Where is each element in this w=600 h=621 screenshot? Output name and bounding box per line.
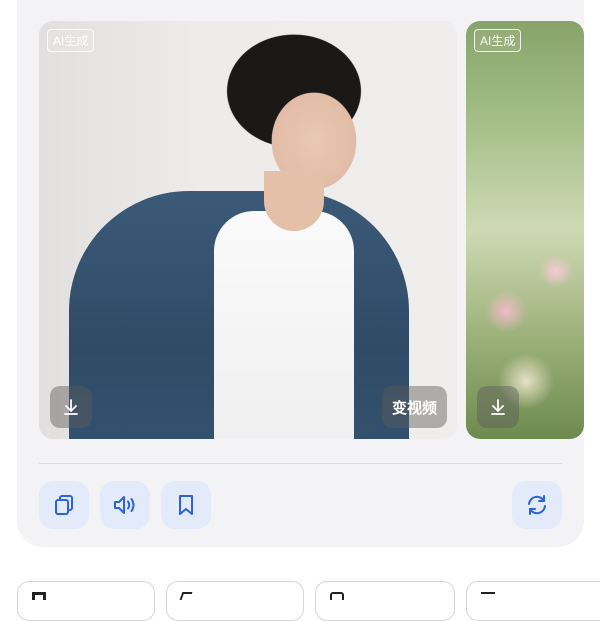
image-figure-tee [214, 211, 354, 439]
text-icon [481, 592, 495, 600]
suggestion-chip[interactable] [17, 581, 155, 621]
refresh-icon [528, 495, 546, 515]
suggestion-chip[interactable] [166, 581, 304, 621]
image-icon [330, 592, 344, 600]
suggestion-chip[interactable] [315, 581, 455, 621]
download-button[interactable] [477, 386, 519, 428]
ai-generated-badge: AI生成 [47, 29, 95, 52]
result-card: AI生成 变视频 AI生成 [17, 0, 584, 547]
generated-image-1[interactable]: AI生成 变视频 [39, 21, 457, 439]
pen-icon [179, 592, 193, 600]
read-aloud-button[interactable] [100, 481, 150, 529]
regenerate-button[interactable] [512, 481, 562, 529]
bookmark-icon [179, 495, 193, 515]
download-button[interactable] [50, 386, 92, 428]
download-icon [491, 399, 505, 415]
gift-icon [32, 592, 46, 600]
bookmark-button[interactable] [161, 481, 211, 529]
download-icon [64, 399, 78, 415]
copy-button[interactable] [39, 481, 89, 529]
divider [39, 463, 562, 464]
suggestion-chip[interactable] [466, 581, 600, 621]
ai-generated-badge: AI生成 [474, 29, 522, 52]
image-figure-neck [264, 171, 324, 231]
copy-icon [55, 495, 73, 515]
generated-image-2[interactable]: AI生成 [466, 21, 584, 439]
speaker-icon [114, 496, 135, 514]
to-video-button[interactable]: 变视频 [381, 386, 447, 428]
